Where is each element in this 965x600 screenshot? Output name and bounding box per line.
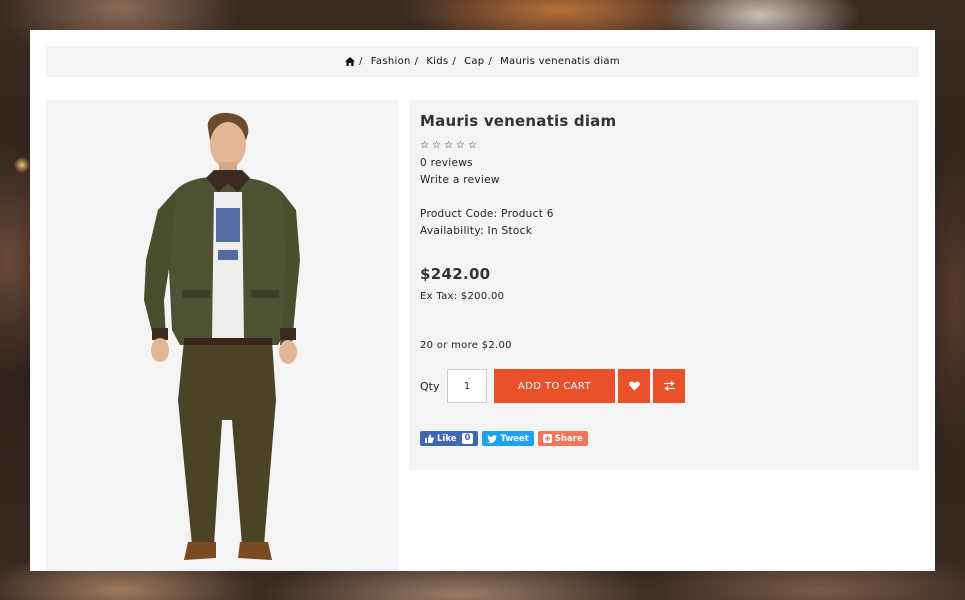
breadcrumb-cap[interactable]: Cap <box>464 56 484 67</box>
breadcrumb-current[interactable]: Mauris venenatis diam <box>500 56 620 67</box>
breadcrumb: / Fashion / Kids / Cap / Mauris venenati… <box>46 46 919 77</box>
heart-icon <box>628 381 640 391</box>
breadcrumb-separator: / <box>452 56 457 67</box>
wishlist-button[interactable] <box>618 369 650 403</box>
breadcrumb-separator: / <box>359 56 363 67</box>
product-info: Mauris venenatis diam ☆ ☆ ☆ ☆ ☆ 0 review… <box>409 100 919 470</box>
ex-tax: Ex Tax: $200.00 <box>420 291 505 302</box>
product-price: $242.00 <box>420 265 491 283</box>
breadcrumb-separator: / <box>488 56 493 67</box>
facebook-like-icon <box>425 434 434 443</box>
like-label: Like <box>437 433 457 444</box>
discount-info: 20 or more $2.00 <box>420 340 512 351</box>
facebook-like-button[interactable]: Like 0 <box>420 431 479 446</box>
product-code: Product Code: Product 6 <box>420 208 554 220</box>
product-photo-model <box>144 112 300 560</box>
home-icon <box>345 57 356 66</box>
share-button[interactable]: Share <box>537 431 588 446</box>
breadcrumb-home[interactable]: / <box>345 56 371 67</box>
reviews-link[interactable]: 0 reviews <box>420 157 908 169</box>
star-outline-icon: ☆ <box>467 140 477 151</box>
tweet-label: Tweet <box>500 433 529 444</box>
star-outline-icon: ☆ <box>431 140 441 151</box>
star-outline-icon: ☆ <box>443 140 453 151</box>
write-review-link[interactable]: Write a review <box>420 174 908 186</box>
star-outline-icon: ☆ <box>420 140 429 151</box>
product-title: Mauris venenatis diam <box>420 112 617 130</box>
breadcrumb-separator: / <box>414 56 419 67</box>
add-to-cart-button[interactable]: ADD TO CART <box>494 369 615 403</box>
exchange-icon <box>663 381 675 391</box>
breadcrumb-kids[interactable]: Kids <box>426 56 448 67</box>
share-label: Share <box>554 433 583 444</box>
star-outline-icon: ☆ <box>455 140 465 151</box>
cart-row: Qty ADD TO CART <box>420 369 908 403</box>
product-image[interactable] <box>46 100 398 571</box>
compare-button[interactable] <box>653 369 685 403</box>
social-share: Like 0 Tweet Share <box>420 431 908 446</box>
plus-share-icon <box>542 434 552 443</box>
rating-stars: ☆ ☆ ☆ ☆ ☆ <box>420 141 908 151</box>
tweet-button[interactable]: Tweet <box>482 431 534 446</box>
qty-input[interactable] <box>447 369 487 403</box>
availability: Availability: In Stock <box>420 225 533 237</box>
page-panel: / Fashion / Kids / Cap / Mauris venenati… <box>30 30 935 571</box>
twitter-icon <box>487 434 498 443</box>
like-count: 0 <box>461 433 474 444</box>
breadcrumb-fashion[interactable]: Fashion <box>371 56 411 67</box>
qty-label: Qty <box>420 379 440 393</box>
